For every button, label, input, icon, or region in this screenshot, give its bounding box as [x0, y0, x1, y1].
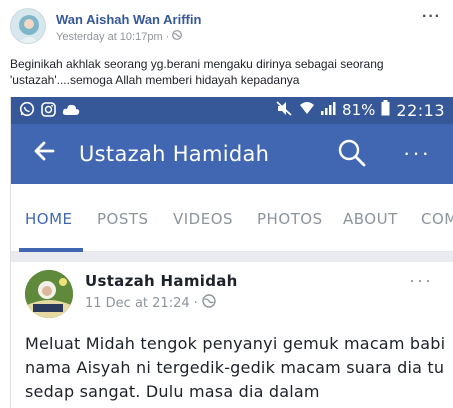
post-timestamp[interactable]: Yesterday at 10:17pm: [56, 31, 163, 43]
attached-screenshot[interactable]: 81% 22:13 Ustazah Hamidah ··· HOME POSTS…: [10, 97, 453, 408]
app-bar: Ustazah Hamidah ···: [11, 124, 453, 184]
more-options-button[interactable]: ···: [403, 140, 431, 166]
post-options-button[interactable]: ···: [422, 8, 441, 26]
page-title: Ustazah Hamidah: [79, 142, 270, 166]
post-text: Beginikah akhlak seorang yg.berani menga…: [10, 57, 384, 87]
globe-icon: [202, 294, 216, 312]
page-tabs: HOME POSTS VIDEOS PHOTOS ABOUT COM: [11, 184, 453, 252]
quoted-post-card: Ustazah Hamidah 11 Dec at 21:24 · ··· Me…: [11, 262, 453, 408]
whatsapp-icon: [19, 101, 35, 121]
quoted-post-meta: 11 Dec at 21:24 ·: [85, 294, 216, 312]
quoted-meta-separator: ·: [193, 295, 198, 311]
search-icon[interactable]: [337, 138, 367, 173]
post-author-name[interactable]: Ustazah Hamidah: [85, 272, 238, 290]
tab-photos[interactable]: PHOTOS: [257, 210, 323, 228]
clock-time: 22:13: [396, 100, 445, 120]
section-divider: [11, 252, 453, 262]
instagram-icon: [41, 101, 56, 121]
status-bar: 81% 22:13: [11, 97, 453, 124]
mute-icon: [276, 100, 293, 120]
page-avatar[interactable]: [25, 270, 73, 318]
tab-posts[interactable]: POSTS: [97, 210, 149, 228]
battery-percent: 81%: [342, 101, 376, 119]
tab-about[interactable]: ABOUT: [343, 210, 398, 228]
cloud-icon: [62, 103, 80, 120]
author-name[interactable]: Wan Aishah Wan Ariffin: [56, 12, 201, 27]
wifi-icon: [299, 101, 315, 119]
meta-separator: ·: [165, 30, 170, 43]
tab-videos[interactable]: VIDEOS: [173, 210, 233, 228]
post-meta: Yesterday at 10:17pm ·: [56, 30, 183, 43]
signal-icon: [321, 101, 336, 119]
battery-icon: [381, 100, 390, 120]
back-arrow-icon[interactable]: [33, 140, 55, 167]
tab-home[interactable]: HOME: [25, 210, 73, 228]
author-avatar[interactable]: [10, 8, 46, 44]
post-header: Wan Aishah Wan Ariffin Yesterday at 10:1…: [10, 8, 443, 48]
quoted-post-text: Meluat Midah tengok penyanyi gemuk macam…: [25, 334, 446, 401]
tab-community[interactable]: COM: [421, 210, 453, 228]
quoted-post-date[interactable]: 11 Dec at 21:24: [85, 296, 190, 311]
globe-icon: [172, 30, 183, 43]
quoted-post-options-button[interactable]: ···: [409, 270, 433, 291]
